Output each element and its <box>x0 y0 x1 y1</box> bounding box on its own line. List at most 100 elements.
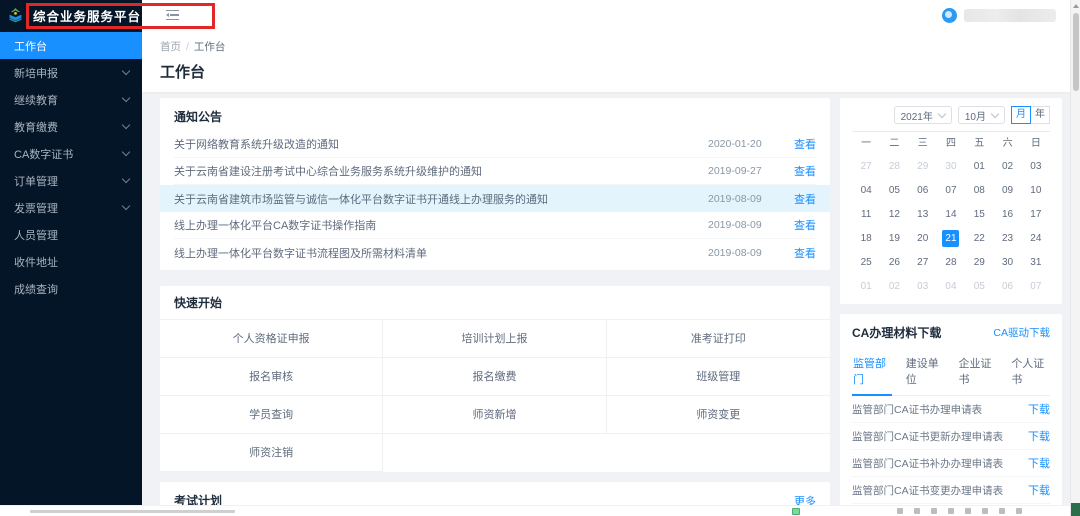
ca-driver-download-link[interactable]: CA驱动下载 <box>993 325 1050 340</box>
sidebar-item-education-payment[interactable]: 教育缴费 <box>0 113 142 140</box>
calendar-day[interactable]: 17 <box>1022 202 1050 226</box>
chevron-down-icon <box>122 121 130 129</box>
notice-title[interactable]: 线上办理一体化平台数字证书流程图及所需材料清单 <box>174 245 708 261</box>
notice-title[interactable]: 关于云南省建筑市场监管与诚信一体化平台数字证书开通线上办理服务的通知 <box>174 191 708 207</box>
scrollbar[interactable] <box>1070 0 1080 516</box>
calendar-day[interactable]: 15 <box>965 202 993 226</box>
quick-start-item[interactable]: 师资变更 <box>607 396 830 434</box>
notice-title[interactable]: 关于网络教育系统升级改造的通知 <box>174 136 708 152</box>
calendar-day[interactable]: 23 <box>993 226 1021 250</box>
ca-tab-regulator[interactable]: 监管部门 <box>852 351 892 396</box>
calendar-day[interactable]: 07 <box>937 178 965 202</box>
notice-view-link[interactable]: 查看 <box>794 136 816 152</box>
notice-view-link[interactable]: 查看 <box>794 245 816 261</box>
calendar-day[interactable]: 09 <box>993 178 1021 202</box>
calendar-mode-year-button[interactable]: 年 <box>1030 106 1050 124</box>
notice-view-link[interactable]: 查看 <box>794 191 816 207</box>
calendar-day[interactable]: 14 <box>937 202 965 226</box>
calendar-day[interactable]: 27 <box>909 250 937 274</box>
calendar-day[interactable]: 30 <box>993 250 1021 274</box>
calendar-grid: 2728293001020304050607080910111213141516… <box>852 154 1050 298</box>
calendar-day[interactable]: 02 <box>880 274 908 298</box>
calendar-day[interactable]: 13 <box>909 202 937 226</box>
calendar-day[interactable]: 20 <box>909 226 937 250</box>
notice-view-link[interactable]: 查看 <box>794 217 816 233</box>
calendar-day[interactable]: 18 <box>852 226 880 250</box>
notice-view-link[interactable]: 查看 <box>794 163 816 179</box>
calendar-day[interactable]: 12 <box>880 202 908 226</box>
calendar-day[interactable]: 08 <box>965 178 993 202</box>
calendar-day[interactable]: 21 <box>937 226 965 250</box>
quick-start-item[interactable]: 培训计划上报 <box>383 320 606 358</box>
calendar-day[interactable]: 28 <box>880 154 908 178</box>
sidebar-item-shipping-address[interactable]: 收件地址 <box>0 248 142 275</box>
notice-date: 2019-08-09 <box>708 219 794 231</box>
ca-download-link[interactable]: 下载 <box>1028 428 1050 444</box>
calendar-month-select[interactable]: 10月 <box>958 106 1005 124</box>
quick-start-item[interactable]: 师资新增 <box>383 396 606 434</box>
sidebar-item-score-query[interactable]: 成绩查询 <box>0 275 142 302</box>
ca-tab-personal-cert[interactable]: 个人证书 <box>1010 351 1050 395</box>
chevron-down-icon <box>122 175 130 183</box>
calendar-day[interactable]: 25 <box>852 250 880 274</box>
calendar-day[interactable]: 06 <box>909 178 937 202</box>
sidebar-item-new-training-declare[interactable]: 新培申报 <box>0 59 142 86</box>
ca-tab-enterprise-cert[interactable]: 企业证书 <box>958 351 998 395</box>
calendar-day[interactable]: 06 <box>993 274 1021 298</box>
quick-start-item[interactable]: 师资注销 <box>160 434 383 472</box>
calendar-day[interactable]: 02 <box>993 154 1021 178</box>
menu-fold-icon[interactable] <box>166 10 179 21</box>
calendar-day[interactable]: 16 <box>993 202 1021 226</box>
ca-download-link[interactable]: 下载 <box>1028 401 1050 417</box>
calendar-day[interactable]: 29 <box>909 154 937 178</box>
quick-start-item[interactable]: 个人资格证申报 <box>160 320 383 358</box>
ca-download-link[interactable]: 下载 <box>1028 455 1050 471</box>
notice-title[interactable]: 关于云南省建设注册考试中心综合业务服务系统升级维护的通知 <box>174 163 708 179</box>
calendar-day[interactable]: 01 <box>965 154 993 178</box>
calendar-day[interactable]: 22 <box>965 226 993 250</box>
calendar-day[interactable]: 11 <box>852 202 880 226</box>
calendar-day[interactable]: 26 <box>880 250 908 274</box>
calendar-day[interactable]: 03 <box>909 274 937 298</box>
ca-download-row: 监管部门CA证书变更办理申请表 下载 <box>852 477 1050 504</box>
calendar-day[interactable]: 04 <box>852 178 880 202</box>
quick-start-item[interactable]: 报名审核 <box>160 358 383 396</box>
right-column: 2021年 10月 月 年 一二三四五六日 272829300102030405… <box>840 98 1062 516</box>
sidebar-item-invoice-management[interactable]: 发票管理 <box>0 194 142 221</box>
sidebar-item-continuing-education[interactable]: 继续教育 <box>0 86 142 113</box>
breadcrumb-block: 首页/工作台 工作台 <box>142 30 1070 92</box>
calendar-day[interactable]: 24 <box>1022 226 1050 250</box>
calendar-day[interactable]: 05 <box>880 178 908 202</box>
calendar-day[interactable]: 19 <box>880 226 908 250</box>
calendar-day[interactable]: 03 <box>1022 154 1050 178</box>
calendar-mode-month-button[interactable]: 月 <box>1011 106 1031 124</box>
calendar-day[interactable]: 30 <box>937 154 965 178</box>
user-area[interactable] <box>942 8 1056 23</box>
ca-download-link[interactable]: 下载 <box>1028 482 1050 498</box>
quick-start-item[interactable]: 班级管理 <box>607 358 830 396</box>
calendar-day[interactable]: 04 <box>937 274 965 298</box>
sidebar-item-order-management[interactable]: 订单管理 <box>0 167 142 194</box>
quick-start-item[interactable]: 准考证打印 <box>607 320 830 358</box>
scrollbar-up-arrow[interactable] <box>1073 4 1079 8</box>
quick-start-item[interactable]: 学员查询 <box>160 396 383 434</box>
sidebar-item-ca-certificate[interactable]: CA数字证书 <box>0 140 142 167</box>
scrollbar-thumb[interactable] <box>1073 13 1079 91</box>
calendar-day[interactable]: 10 <box>1022 178 1050 202</box>
ca-tab-construction-unit[interactable]: 建设单位 <box>905 351 945 395</box>
calendar-day[interactable]: 01 <box>852 274 880 298</box>
calendar-year-select[interactable]: 2021年 <box>894 106 952 124</box>
calendar-day[interactable]: 29 <box>965 250 993 274</box>
calendar-day[interactable]: 27 <box>852 154 880 178</box>
calendar-day[interactable]: 07 <box>1022 274 1050 298</box>
notice-title[interactable]: 线上办理一体化平台CA数字证书操作指南 <box>174 217 708 233</box>
breadcrumb-home[interactable]: 首页 <box>160 41 181 53</box>
sidebar-item-workbench[interactable]: 工作台 <box>0 32 142 59</box>
sidebar-item-personnel-management[interactable]: 人员管理 <box>0 221 142 248</box>
quick-start-item[interactable]: 报名缴费 <box>383 358 606 396</box>
calendar-day[interactable]: 28 <box>937 250 965 274</box>
calendar-day[interactable]: 05 <box>965 274 993 298</box>
notice-row: 关于网络教育系统升级改造的通知 2020-01-20 查看 <box>174 131 816 158</box>
avatar[interactable] <box>942 8 957 23</box>
calendar-day[interactable]: 31 <box>1022 250 1050 274</box>
